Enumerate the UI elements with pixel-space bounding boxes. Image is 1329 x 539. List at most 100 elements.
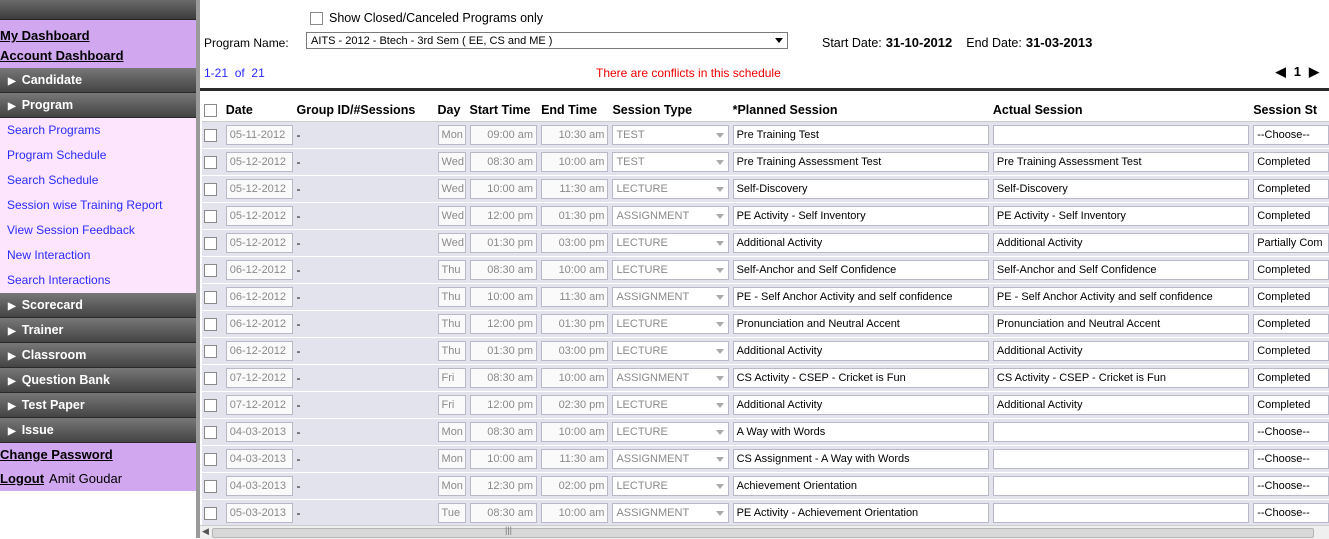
- sidebar-item-view-session-feedback[interactable]: View Session Feedback: [0, 218, 196, 243]
- show-closed-checkbox-row[interactable]: Show Closed/Canceled Programs only: [310, 11, 543, 26]
- actual-session-input[interactable]: [992, 422, 1250, 442]
- sidebar-section-issue[interactable]: ▶ Issue: [0, 418, 196, 443]
- end-time-field[interactable]: 01:30 pm: [541, 314, 609, 334]
- date-field[interactable]: 06-12-2012: [225, 314, 293, 334]
- sidebar-item-search-programs[interactable]: Search Programs: [0, 118, 196, 143]
- row-checkbox[interactable]: [204, 264, 217, 278]
- actual-session-input[interactable]: [992, 503, 1250, 523]
- planned-session-input[interactable]: PE Activity - Achievement Orientation: [732, 503, 989, 523]
- col-header-end[interactable]: End Time: [539, 99, 611, 122]
- sidebar-item-session-wise-training-report[interactable]: Session wise Training Report: [0, 193, 196, 218]
- date-field[interactable]: 05-12-2012: [225, 152, 293, 172]
- sidebar-section-scorecard[interactable]: ▶ Scorecard: [0, 293, 196, 318]
- end-time-field[interactable]: 03:00 pm: [541, 233, 609, 253]
- session-status-select[interactable]: Completed: [1253, 179, 1329, 199]
- actual-session-input[interactable]: CS Activity - CSEP - Cricket is Fun: [992, 368, 1250, 388]
- planned-session-input[interactable]: Pre Training Assessment Test: [732, 152, 989, 172]
- actual-session-input[interactable]: [992, 476, 1250, 496]
- account-dashboard-link[interactable]: Account Dashboard: [0, 44, 196, 68]
- row-checkbox[interactable]: [204, 318, 217, 332]
- end-time-field[interactable]: 10:00 am: [541, 503, 609, 523]
- planned-session-input[interactable]: CS Assignment - A Way with Words: [732, 449, 989, 469]
- scrollbar-thumb[interactable]: [212, 528, 1314, 538]
- planned-session-input[interactable]: Pre Training Test: [732, 125, 989, 145]
- actual-session-input[interactable]: Self-Discovery: [992, 179, 1250, 199]
- start-time-field[interactable]: 10:00 am: [469, 287, 538, 307]
- date-field[interactable]: 05-12-2012: [225, 179, 293, 199]
- date-field[interactable]: 06-12-2012: [225, 341, 293, 361]
- row-checkbox[interactable]: [204, 291, 217, 305]
- session-status-select[interactable]: Completed: [1253, 395, 1329, 415]
- planned-session-input[interactable]: Self-Anchor and Self Confidence: [732, 260, 989, 280]
- sidebar-section-program[interactable]: ▶ Program: [0, 93, 196, 118]
- end-time-field[interactable]: 02:00 pm: [541, 476, 609, 496]
- session-status-select[interactable]: Completed: [1253, 206, 1329, 226]
- planned-session-input[interactable]: Pronunciation and Neutral Accent: [732, 314, 989, 334]
- session-type-select[interactable]: LECTURE: [612, 233, 729, 253]
- end-time-field[interactable]: 10:30 am: [541, 125, 609, 145]
- session-type-select[interactable]: LECTURE: [612, 260, 729, 280]
- planned-session-input[interactable]: Additional Activity: [732, 395, 989, 415]
- session-type-select[interactable]: LECTURE: [612, 422, 729, 442]
- col-header-day[interactable]: Day: [435, 99, 468, 122]
- session-type-select[interactable]: LECTURE: [612, 395, 729, 415]
- page-number[interactable]: 1: [1294, 64, 1301, 79]
- session-status-select[interactable]: Partially Com: [1253, 233, 1329, 253]
- date-field[interactable]: 07-12-2012: [225, 368, 293, 388]
- planned-session-input[interactable]: PE - Self Anchor Activity and self confi…: [732, 287, 989, 307]
- actual-session-input[interactable]: Additional Activity: [992, 395, 1250, 415]
- planned-session-input[interactable]: PE Activity - Self Inventory: [732, 206, 989, 226]
- logout-link[interactable]: Logout: [0, 471, 44, 486]
- planned-session-input[interactable]: Additional Activity: [732, 233, 989, 253]
- row-checkbox[interactable]: [204, 426, 217, 440]
- date-field[interactable]: 04-03-2013: [225, 422, 293, 442]
- select-all-checkbox[interactable]: [204, 104, 217, 118]
- end-time-field[interactable]: 10:00 am: [541, 368, 609, 388]
- sidebar-section-question-bank[interactable]: ▶ Question Bank: [0, 368, 196, 393]
- end-time-field[interactable]: 11:30 am: [541, 287, 609, 307]
- actual-session-input[interactable]: PE - Self Anchor Activity and self confi…: [992, 287, 1250, 307]
- session-status-select[interactable]: --Choose--: [1253, 476, 1329, 496]
- start-time-field[interactable]: 08:30 am: [469, 260, 538, 280]
- start-time-field[interactable]: 10:00 am: [469, 179, 538, 199]
- start-time-field[interactable]: 10:00 am: [469, 449, 538, 469]
- session-type-select[interactable]: ASSIGNMENT: [612, 368, 729, 388]
- session-type-select[interactable]: TEST: [612, 125, 729, 145]
- session-type-select[interactable]: ASSIGNMENT: [612, 206, 729, 226]
- session-type-select[interactable]: LECTURE: [612, 476, 729, 496]
- end-time-field[interactable]: 10:00 am: [541, 422, 609, 442]
- end-time-field[interactable]: 03:00 pm: [541, 341, 609, 361]
- start-time-field[interactable]: 08:30 am: [469, 422, 538, 442]
- sidebar-section-trainer[interactable]: ▶ Trainer: [0, 318, 196, 343]
- date-field[interactable]: 05-12-2012: [225, 206, 293, 226]
- session-type-select[interactable]: ASSIGNMENT: [612, 449, 729, 469]
- session-status-select[interactable]: Completed: [1253, 368, 1329, 388]
- actual-session-input[interactable]: [992, 449, 1250, 469]
- start-time-field[interactable]: 09:00 am: [469, 125, 538, 145]
- sidebar-section-classroom[interactable]: ▶ Classroom: [0, 343, 196, 368]
- row-checkbox[interactable]: [204, 156, 217, 170]
- row-checkbox[interactable]: [204, 237, 217, 251]
- show-closed-checkbox[interactable]: [310, 12, 323, 26]
- scroll-left-icon[interactable]: ◀: [202, 526, 209, 537]
- session-type-select[interactable]: LECTURE: [612, 341, 729, 361]
- row-checkbox[interactable]: [204, 399, 217, 413]
- start-time-field[interactable]: 08:30 am: [469, 152, 538, 172]
- date-field[interactable]: 06-12-2012: [225, 287, 293, 307]
- date-field[interactable]: 05-11-2012: [225, 125, 293, 145]
- change-password-link[interactable]: Change Password: [0, 443, 196, 467]
- start-time-field[interactable]: 08:30 am: [469, 503, 538, 523]
- prev-page-icon[interactable]: ◀: [1276, 64, 1286, 79]
- row-checkbox[interactable]: [204, 372, 217, 386]
- date-field[interactable]: 06-12-2012: [225, 260, 293, 280]
- start-time-field[interactable]: 12:00 pm: [469, 395, 538, 415]
- date-field[interactable]: 04-03-2013: [225, 449, 293, 469]
- row-checkbox[interactable]: [204, 507, 217, 521]
- planned-session-input[interactable]: A Way with Words: [732, 422, 989, 442]
- horizontal-scrollbar[interactable]: ◀ |||: [200, 525, 1329, 539]
- session-status-select[interactable]: Completed: [1253, 341, 1329, 361]
- session-status-select[interactable]: --Choose--: [1253, 125, 1329, 145]
- session-type-select[interactable]: LECTURE: [612, 179, 729, 199]
- start-time-field[interactable]: 12:30 pm: [469, 476, 538, 496]
- col-header-planned[interactable]: *Planned Session: [730, 99, 991, 122]
